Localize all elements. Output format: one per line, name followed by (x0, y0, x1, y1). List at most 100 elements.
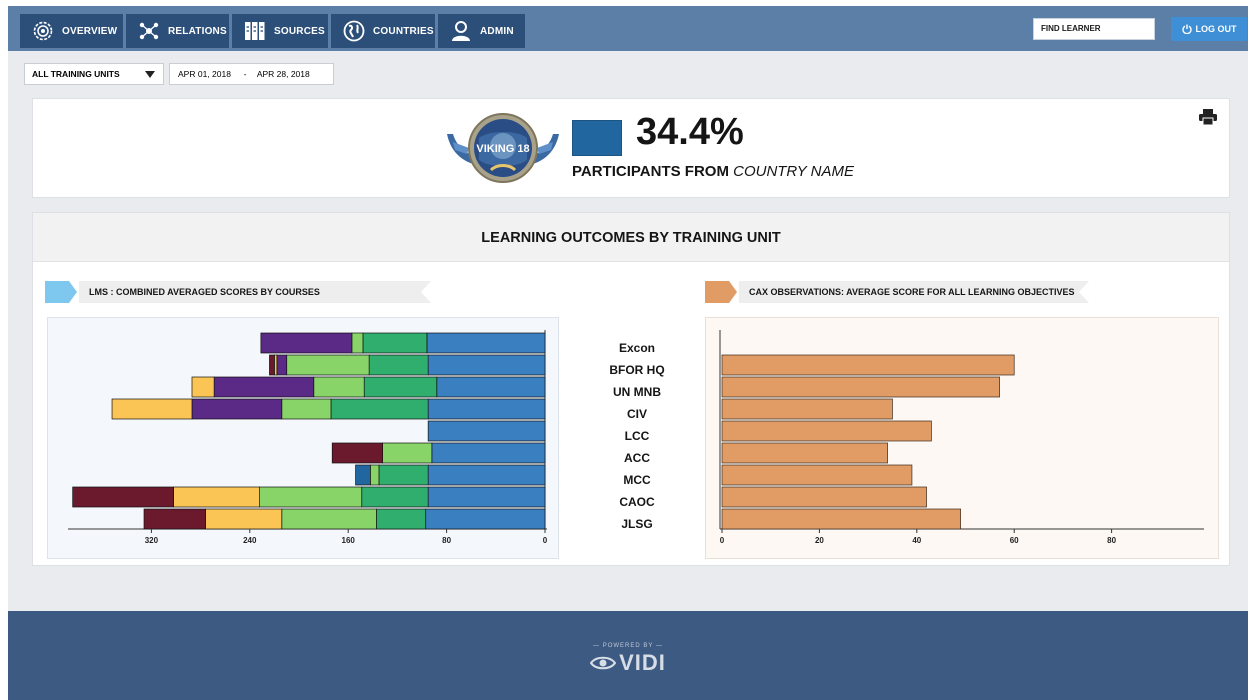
lms-bar-segment (276, 354, 288, 376)
kpi-label: PARTICIPANTS FROM COUNTRY NAME (572, 163, 854, 180)
lms-bar-segment (213, 376, 315, 398)
cax-x-tick-label: 60 (1010, 536, 1019, 545)
lms-bar-segment (191, 398, 283, 420)
lms-bar-segment (431, 442, 546, 464)
lms-bar-segment (426, 332, 546, 354)
lms-bar-segment (363, 376, 438, 398)
lms-bar-segment (281, 398, 332, 420)
viking-logo: VIKING 18 (447, 113, 559, 183)
lms-bar-segment (355, 464, 371, 486)
lms-chart-title: LMS : COMBINED AVERAGED SCORES BY COURSE… (79, 281, 431, 303)
kpi-value: 34.4% (636, 111, 744, 153)
lms-bar-segment (173, 486, 260, 508)
cax-bar (721, 376, 1000, 398)
learning-outcomes-card: LEARNING OUTCOMES BY TRAINING UNIT LMS :… (32, 212, 1230, 566)
category-label: CIV (626, 407, 647, 421)
viking-logo-text: VIKING 18 (476, 143, 529, 155)
outcomes-header: LEARNING OUTCOMES BY TRAINING UNIT (33, 213, 1229, 262)
cax-x-tick-label: 80 (1107, 536, 1116, 545)
lms-bar-segment (427, 420, 546, 442)
eye-icon (590, 656, 617, 670)
tab-countries-label: COUNTRIES (373, 25, 434, 37)
lms-bar-segment (286, 354, 370, 376)
lms-tag-icon (45, 281, 77, 303)
find-learner-input[interactable]: FIND LEARNER (1033, 18, 1155, 40)
tab-relations-label: RELATIONS (168, 25, 227, 37)
lms-bar-segment (436, 376, 546, 398)
lms-bar-segment (111, 398, 193, 420)
footer: — POWERED BY — VIDI (8, 611, 1248, 700)
kpi-color-swatch (572, 120, 622, 156)
cax-bar (721, 354, 1015, 376)
lms-x-tick-label: 0 (543, 536, 548, 545)
lms-bar-segment (369, 464, 380, 486)
tab-overview-label: OVERVIEW (62, 25, 118, 37)
kpi-card: VIKING 18 34.4% PARTICIPANTS FROM COUNTR… (32, 98, 1230, 198)
lms-bar-segment (425, 508, 546, 530)
lms-bar-segment (72, 486, 174, 508)
lms-bar-segment (330, 398, 429, 420)
training-unit-select[interactable]: ALL TRAINING UNITS (24, 63, 164, 85)
user-icon (450, 20, 472, 42)
tab-relations[interactable]: RELATIONS (126, 14, 229, 48)
category-label: JLSG (621, 517, 653, 531)
kpi-label-prefix: PARTICIPANTS FROM (572, 163, 729, 180)
category-label: MCC (623, 473, 651, 487)
chevron-down-icon (145, 71, 155, 78)
lms-chart-title-ribbon: LMS : COMBINED AVERAGED SCORES BY COURSE… (45, 281, 431, 303)
cax-bar-chart: 0 20 40 60 80 (719, 330, 1204, 545)
tab-overview[interactable]: OVERVIEW (20, 14, 123, 48)
category-label: BFOR HQ (609, 363, 665, 377)
cax-x-tick-label: 40 (912, 536, 921, 545)
lms-bar-segment (382, 442, 433, 464)
lms-bar-segment (378, 464, 429, 486)
logout-button[interactable]: LOG OUT (1171, 17, 1247, 41)
lms-x-tick-label: 240 (243, 536, 257, 545)
cax-bar (721, 398, 893, 420)
category-label: ACC (624, 451, 650, 465)
cax-chart-panel: 0 20 40 60 80 (705, 317, 1219, 559)
logout-label: LOG OUT (1195, 24, 1237, 34)
print-icon[interactable] (1199, 109, 1217, 125)
tab-sources-label: SOURCES (274, 25, 325, 37)
vidi-logo: VIDI (590, 650, 666, 676)
lms-bar-segment (205, 508, 283, 530)
tab-admin-label: ADMIN (480, 25, 514, 37)
lms-bar-segment (313, 376, 365, 398)
lms-x-tick-label: 160 (342, 536, 356, 545)
lms-x-tick-label: 80 (442, 536, 451, 545)
cax-bar (721, 442, 888, 464)
dashboard: OVERVIEW RELATIONS SOURCES COUNTRIES ADM… (8, 6, 1248, 700)
lms-chart-panel: 320 240 160 80 0 (47, 317, 559, 559)
tab-countries[interactable]: COUNTRIES (331, 14, 435, 48)
lms-bar-segment (368, 354, 429, 376)
kpi-country-name: COUNTRY NAME (733, 163, 854, 180)
top-navigation-bar: OVERVIEW RELATIONS SOURCES COUNTRIES ADM… (8, 6, 1248, 51)
lms-stacked-bar-chart: 320 240 160 80 0 (68, 330, 548, 545)
globe-icon (343, 20, 365, 42)
powered-by-vidi: — POWERED BY — VIDI (8, 643, 1248, 676)
relations-icon (138, 20, 160, 42)
category-label: CAOC (619, 495, 655, 509)
cax-chart-title-ribbon: CAX OBSERVATIONS: AVERAGE SCORE FOR ALL … (705, 281, 1089, 303)
tab-admin[interactable]: ADMIN (438, 14, 525, 48)
date-range-picker[interactable]: APR 01, 2018 - APR 28, 2018 (169, 63, 334, 85)
outcomes-title: LEARNING OUTCOMES BY TRAINING UNIT (481, 230, 781, 246)
lms-x-tick-label: 320 (145, 536, 159, 545)
lms-bar-segment (331, 442, 383, 464)
cax-tag-icon (705, 281, 737, 303)
date-from: APR 01, 2018 (178, 69, 231, 79)
lms-bar-segment (281, 508, 377, 530)
cax-bar (721, 508, 961, 530)
cax-bar (721, 486, 927, 508)
overview-icon (32, 20, 54, 42)
lms-bar-segment (361, 486, 429, 508)
category-label: LCC (624, 429, 650, 443)
tab-sources[interactable]: SOURCES (232, 14, 328, 48)
cax-bar (721, 464, 913, 486)
lms-bar-segment (274, 354, 278, 376)
lms-bar-segment (260, 332, 353, 354)
lms-bar-segment (427, 486, 546, 508)
category-label: UN MNB (613, 385, 661, 399)
lms-bar-segment (143, 508, 206, 530)
